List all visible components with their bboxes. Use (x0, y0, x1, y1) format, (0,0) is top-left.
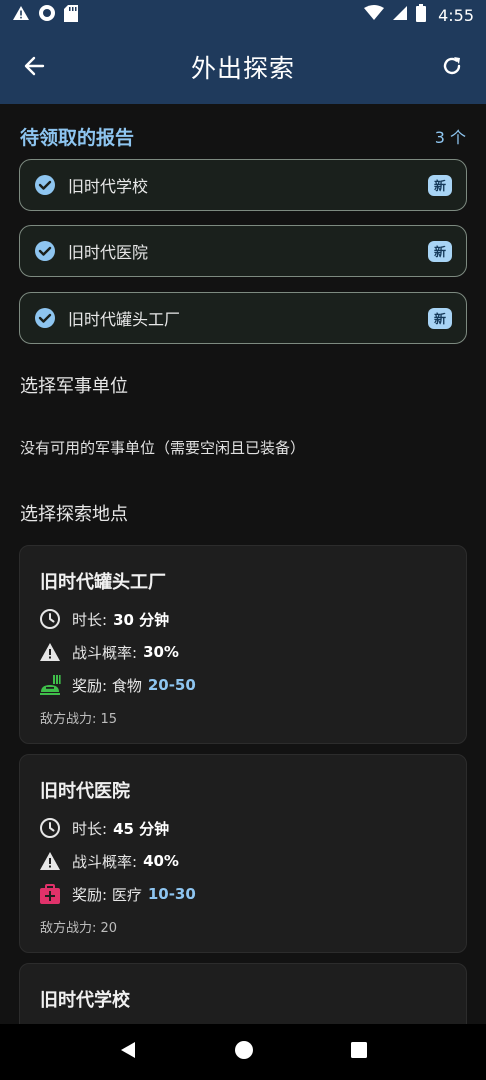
combat-value: 30% (143, 643, 179, 661)
reports-title: 待领取的报告 (20, 126, 135, 149)
reports-header: 待领取的报告 3 个 (20, 122, 466, 150)
units-title: 选择军事单位 (20, 376, 128, 397)
new-badge: 新 (427, 174, 452, 196)
units-empty-text: 没有可用的军事单位（需要空闲且已装备） (20, 439, 306, 457)
report-item[interactable]: 旧时代学校 新 (19, 159, 467, 211)
status-bar: 4:55 (0, 0, 486, 30)
combat-row: 战斗概率: 40% (38, 848, 179, 874)
warning-icon (38, 849, 62, 873)
report-label: 旧时代罐头工厂 (68, 310, 181, 329)
location-card[interactable]: 旧时代医院 时长: 45 分钟 战斗概率: 40% 奖励: 医疗 10-30 敌… (19, 754, 467, 953)
location-card[interactable]: 旧时代学校 (19, 963, 467, 1024)
system-nav-bar (0, 1024, 486, 1080)
check-circle-icon (34, 240, 56, 262)
clock-icon (38, 816, 62, 840)
reward-label: 奖励: 食物 (72, 676, 142, 695)
main-content[interactable]: 待领取的报告 3 个 旧时代学校 新 旧时代医院 新 旧时代罐头工厂 新 选择军… (0, 104, 486, 1024)
clock-icon (38, 607, 62, 631)
app-bar: 外出探索 (0, 30, 486, 104)
reward-row: 奖励: 医疗 10-30 (38, 881, 196, 907)
wifi-icon (364, 5, 385, 25)
record-icon (38, 4, 56, 26)
combat-label: 战斗概率: (72, 643, 138, 662)
check-circle-icon (34, 307, 56, 329)
home-nav-button[interactable] (234, 1040, 254, 1064)
duration-value: 45 分钟 (113, 819, 170, 838)
back-nav-button[interactable] (118, 1040, 138, 1064)
food-icon (38, 673, 62, 697)
reward-range: 10-30 (147, 885, 196, 903)
report-item[interactable]: 旧时代罐头工厂 新 (19, 292, 467, 344)
combat-row: 战斗概率: 30% (38, 639, 179, 665)
back-button[interactable] (16, 50, 52, 86)
check-circle-icon (34, 174, 56, 196)
reports-count: 3 个 (434, 128, 466, 147)
report-item[interactable]: 旧时代医院 新 (19, 225, 467, 277)
page-title: 外出探索 (190, 54, 295, 83)
location-name: 旧时代医院 (40, 781, 130, 802)
sd-card-icon (64, 4, 78, 26)
warning-icon (12, 5, 30, 25)
refresh-button[interactable] (434, 50, 470, 86)
duration-label: 时长: (72, 610, 108, 629)
location-name: 旧时代罐头工厂 (40, 572, 166, 593)
duration-label: 时长: (72, 819, 108, 838)
reward-row: 奖励: 食物 20-50 (38, 672, 196, 698)
new-badge: 新 (427, 307, 452, 329)
duration-value: 30 分钟 (113, 610, 170, 629)
enemy-power: 敌方战力: 20 (40, 921, 118, 936)
new-badge: 新 (427, 240, 452, 262)
combat-value: 40% (143, 852, 179, 870)
report-label: 旧时代学校 (68, 177, 149, 196)
recents-nav-button[interactable] (350, 1041, 368, 1063)
reward-range: 20-50 (147, 676, 196, 694)
enemy-power: 敌方战力: 15 (40, 712, 118, 727)
report-label: 旧时代医院 (68, 243, 149, 262)
clock: 4:55 (438, 5, 474, 25)
refresh-icon (441, 55, 463, 81)
duration-row: 时长: 45 分钟 (38, 815, 169, 841)
medkit-icon (38, 882, 62, 906)
signal-icon (392, 5, 408, 25)
location-name: 旧时代学校 (40, 990, 130, 1011)
reward-label: 奖励: 医疗 (72, 885, 142, 904)
warning-icon (38, 640, 62, 664)
location-card[interactable]: 旧时代罐头工厂 时长: 30 分钟 战斗概率: 30% 奖励: 食物 20-50… (19, 545, 467, 744)
combat-label: 战斗概率: (72, 852, 138, 871)
locations-title: 选择探索地点 (20, 504, 128, 525)
arrow-left-icon (23, 55, 45, 81)
battery-icon (416, 4, 427, 26)
duration-row: 时长: 30 分钟 (38, 606, 169, 632)
